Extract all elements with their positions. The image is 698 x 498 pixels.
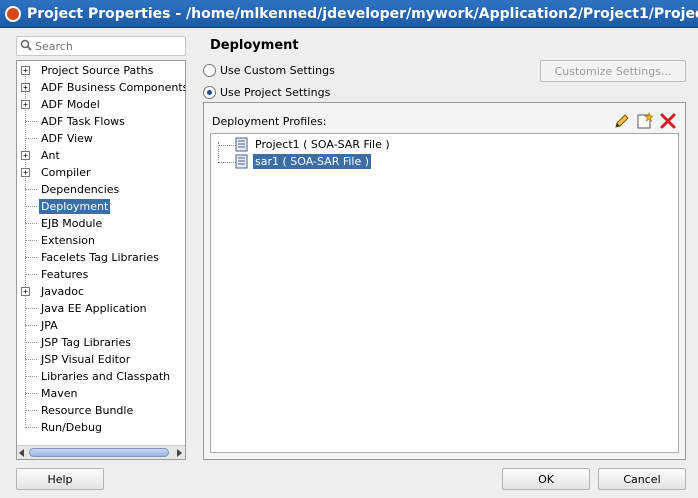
tree-item-label: Project Source Paths [41,64,154,77]
radio-unchecked-icon[interactable] [203,63,216,77]
tree-item-jsp-tag-libraries[interactable]: JSP Tag Libraries [17,334,185,351]
tree-item-label: Ant [41,149,60,162]
tree-item-resource-bundle[interactable]: Resource Bundle [17,402,185,419]
edit-pencil-icon[interactable] [613,112,631,130]
tree-item-label: Extension [41,234,96,247]
profile-label: Project1 ( SOA-SAR File ) [255,138,390,151]
use-project-settings-radio[interactable]: Use Project Settings [203,84,330,100]
radio-checked-icon[interactable] [203,85,216,99]
tree-item-dependencies[interactable]: Dependencies [17,181,185,198]
profiles-toolbar [613,112,677,130]
new-profile-icon[interactable] [636,112,654,130]
settings-navigator-tree[interactable]: + Project Source Paths + ADF Business Co… [16,60,186,460]
tree-item-java-ee-application[interactable]: Java EE Application [17,300,185,317]
scroll-left-icon[interactable] [19,449,24,457]
tree-item-extension[interactable]: Extension [17,232,185,249]
deployment-profiles-panel: Deployment Profiles: Project1 ( SOA-SAR … [203,102,686,460]
dialog-body: + Project Source Paths + ADF Business Co… [0,28,698,498]
expand-plus-icon[interactable]: + [21,100,30,109]
window-title: Project Properties - /home/mlkenned/jdev… [27,5,698,22]
expand-plus-icon[interactable]: + [21,83,30,92]
cancel-button[interactable]: Cancel [598,468,686,490]
deployment-profiles-list[interactable]: Project1 ( SOA-SAR File ) sar1 ( SOA-SAR… [210,133,679,453]
tree-item-maven[interactable]: Maven [17,385,185,402]
tree-item-label: EJB Module [41,217,103,230]
search-icon [17,39,35,54]
tree-item-label: Features [41,268,89,281]
search-input[interactable] [35,39,175,53]
tree-item-features[interactable]: Features [17,266,185,283]
tree-item-label: Dependencies [41,183,120,196]
tree-item-libraries-and-classpath[interactable]: Libraries and Classpath [17,368,185,385]
tree-item-label: Compiler [41,166,91,179]
tree-item-label: Facelets Tag Libraries [41,251,159,264]
tree-horizontal-scrollbar[interactable] [17,445,185,459]
scrollbar-thumb[interactable] [29,448,169,457]
tree-item-label: JSP Visual Editor [41,353,131,366]
tree-item-label: Run/Debug [41,421,102,434]
tree-item-label: Resource Bundle [41,404,134,417]
tree-item-label: ADF Task Flows [41,115,125,128]
deployment-profiles-label: Deployment Profiles: [212,115,327,128]
tree-item-label: JSP Tag Libraries [41,336,131,349]
tree-item-label: ADF Business Components [41,81,186,94]
tree-item-adf-business-components[interactable]: + ADF Business Components [17,79,185,96]
tree-item-facelets-tag-libraries[interactable]: Facelets Tag Libraries [17,249,185,266]
expand-plus-icon[interactable]: + [21,151,30,160]
tree-item-project-source-paths[interactable]: + Project Source Paths [17,62,185,79]
tree-item-adf-view[interactable]: ADF View [17,130,185,147]
tree-item-label: JPA [41,319,58,332]
tree-item-jpa[interactable]: JPA [17,317,185,334]
radio-label: Use Custom Settings [220,63,335,77]
tree-item-ejb-module[interactable]: EJB Module [17,215,185,232]
tree-item-adf-model[interactable]: + ADF Model [17,96,185,113]
help-button[interactable]: Help [16,468,104,490]
tree-item-label: Deployment [39,199,111,214]
expand-plus-icon[interactable]: + [21,66,30,75]
expand-plus-icon[interactable]: + [21,168,30,177]
tree-item-ant[interactable]: + Ant [17,147,185,164]
expand-plus-icon[interactable]: + [21,287,30,296]
profile-label: sar1 ( SOA-SAR File ) [253,154,372,169]
tree-item-jsp-visual-editor[interactable]: JSP Visual Editor [17,351,185,368]
tree-item-run-debug[interactable]: Run/Debug [17,419,185,436]
document-icon [235,154,249,172]
oracle-app-icon [5,5,21,22]
search-box[interactable] [16,36,186,56]
window-title-bar[interactable]: Project Properties - /home/mlkenned/jdev… [0,0,698,28]
tree-item-label: ADF View [41,132,93,145]
tree-item-deployment[interactable]: Deployment [17,198,185,215]
tree-item-label: Libraries and Classpath [41,370,171,383]
customize-settings-button[interactable]: Customize Settings... [540,60,686,82]
ok-button[interactable]: OK [502,468,590,490]
page-title: Deployment [210,38,299,53]
tree-item-adf-task-flows[interactable]: ADF Task Flows [17,113,185,130]
delete-x-icon[interactable] [659,112,677,130]
tree-item-label: ADF Model [41,98,100,111]
tree-item-label: Java EE Application [41,302,147,315]
tree-item-label: Javadoc [41,285,84,298]
document-icon [235,137,249,155]
tree-item-label: Maven [41,387,78,400]
tree-item-compiler[interactable]: + Compiler [17,164,185,181]
radio-label: Use Project Settings [220,85,331,99]
tree-item-javadoc[interactable]: + Javadoc [17,283,185,300]
use-custom-settings-radio[interactable]: Use Custom Settings [203,62,335,78]
scroll-right-icon[interactable] [177,449,182,457]
